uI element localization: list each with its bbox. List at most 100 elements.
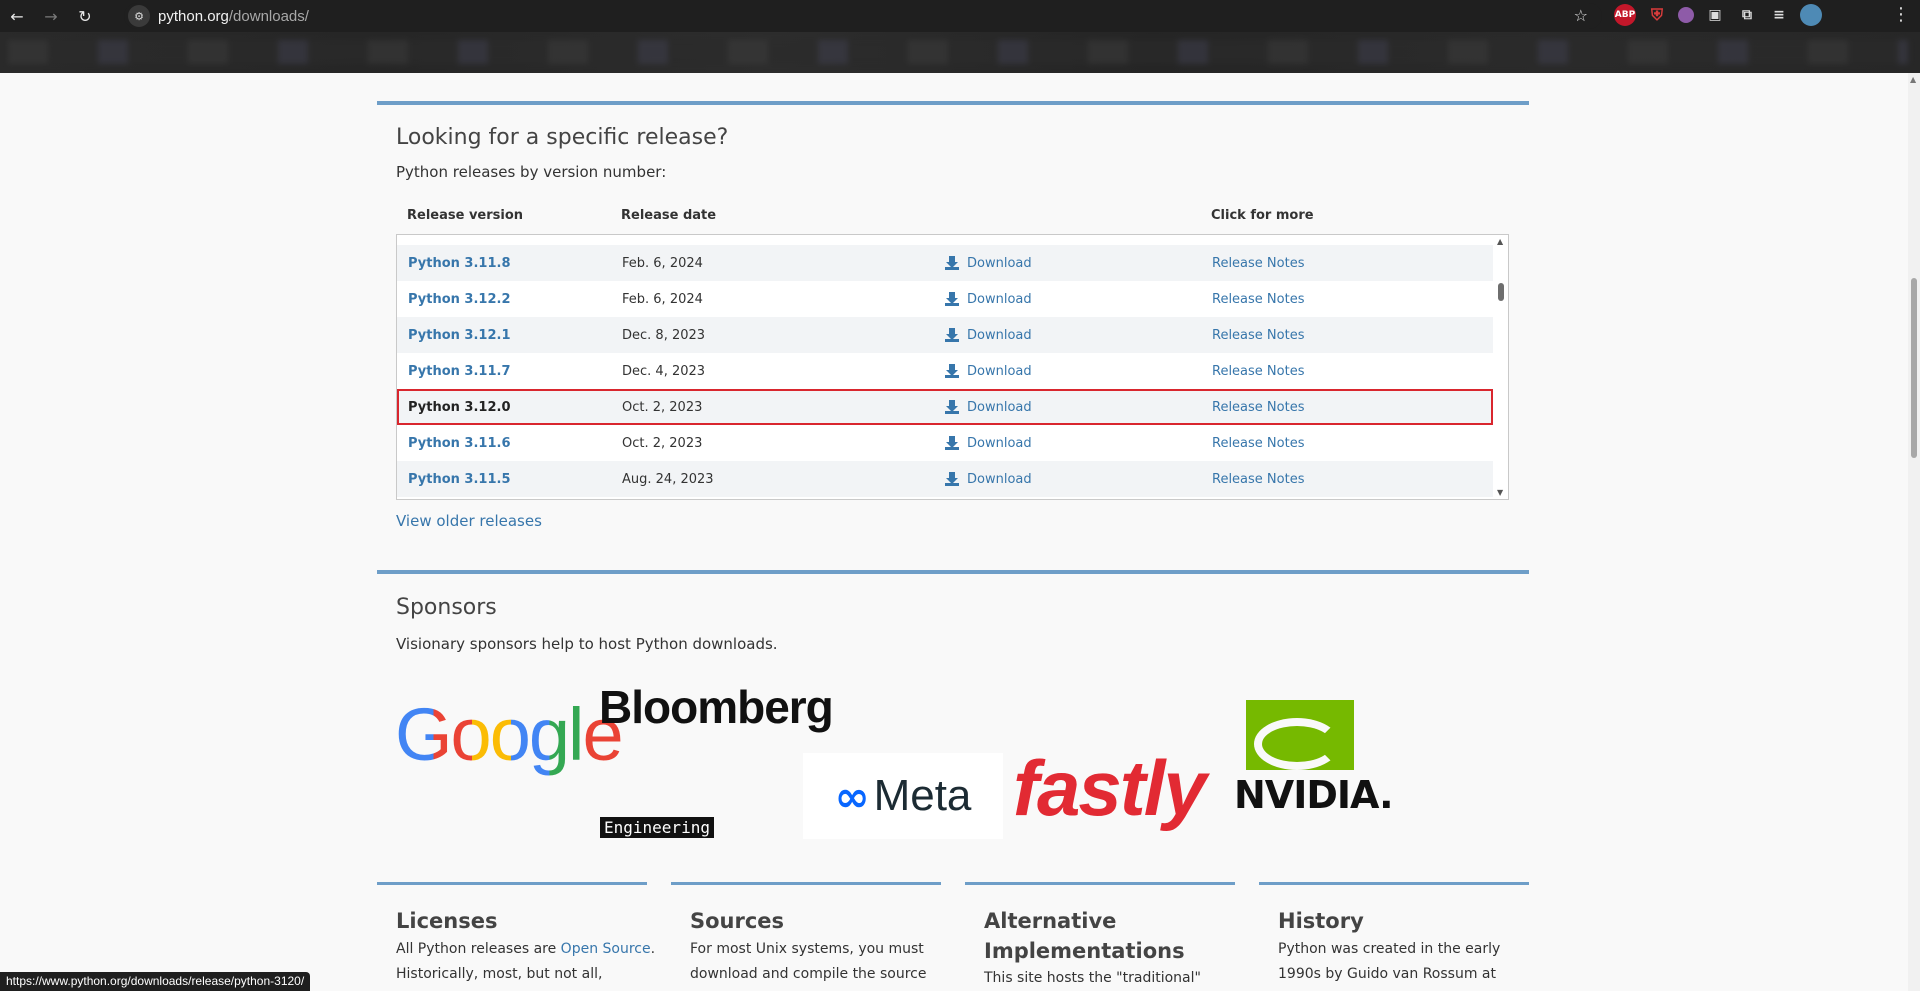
fastly-logo[interactable]: fastly: [1013, 743, 1207, 834]
release-notes-link[interactable]: Release Notes: [1212, 400, 1304, 415]
page-scroll-up-icon[interactable]: ▲: [1910, 75, 1916, 84]
download-link[interactable]: Download: [945, 292, 1032, 307]
release-date: Aug. 24, 2023: [622, 471, 714, 487]
alternative-heading-line1: Alternative: [984, 909, 1117, 933]
release-date: Oct. 2, 2023: [622, 435, 703, 451]
page-scroll-thumb[interactable]: [1911, 278, 1917, 458]
release-version-link[interactable]: Python 3.11.5: [408, 472, 510, 487]
licenses-text: All Python releases are Open Source. His…: [396, 937, 655, 987]
release-row-highlighted: Python 3.12.0 Oct. 2, 2023 Download Rele…: [397, 389, 1493, 425]
purple-extension-icon[interactable]: [1678, 7, 1694, 23]
reload-button[interactable]: ↻: [68, 0, 102, 32]
release-version-link[interactable]: Python 3.11.8: [408, 256, 510, 271]
bookmarks-bar: [0, 32, 1920, 73]
nvidia-logo-text[interactable]: NVIDIA.: [1234, 773, 1394, 817]
release-row: Python 3.11.5 Aug. 24, 2023 Download Rel…: [397, 461, 1493, 497]
release-notes-link[interactable]: Release Notes: [1212, 472, 1304, 487]
meta-infinity-icon: ∞: [834, 771, 870, 821]
specific-release-subheading: Python releases by version number:: [396, 163, 667, 181]
scroll-up-icon[interactable]: ▲: [1497, 237, 1503, 246]
history-heading: History: [1278, 909, 1364, 933]
release-list[interactable]: Python 3.11.8 Feb. 6, 2024 Download Rele…: [396, 234, 1509, 500]
release-version-link[interactable]: Python 3.12.1: [408, 328, 510, 343]
release-row: Python 3.11.7 Dec. 4, 2023 Download Rele…: [397, 353, 1493, 389]
release-row: Python 3.12.1 Dec. 8, 2023 Download Rele…: [397, 317, 1493, 353]
site-info-icon[interactable]: ⚙: [128, 5, 150, 27]
release-version-link[interactable]: Python 3.11.6: [408, 436, 510, 451]
media-extension-icon[interactable]: ▣: [1704, 4, 1726, 26]
profile-avatar[interactable]: [1800, 4, 1822, 26]
download-label: Download: [967, 327, 1032, 343]
download-icon: [945, 292, 959, 306]
forward-button[interactable]: →: [34, 0, 68, 32]
download-link[interactable]: Download: [945, 328, 1032, 343]
download-label: Download: [967, 471, 1032, 487]
google-logo[interactable]: Google: [395, 692, 624, 777]
scroll-down-icon[interactable]: ▼: [1497, 488, 1503, 497]
extensions-bar: ABP ⛨ ▣ ⧉ ≡: [1614, 4, 1822, 26]
download-link[interactable]: Download: [945, 364, 1032, 379]
sources-line2: download and compile the source: [690, 966, 927, 982]
adblock-extension-icon[interactable]: ABP: [1614, 4, 1636, 26]
download-icon: [945, 328, 959, 342]
download-link[interactable]: Download: [945, 472, 1032, 487]
download-icon: [945, 400, 959, 414]
media-controls-icon[interactable]: ≡: [1768, 4, 1790, 26]
reload-icon: ↻: [78, 6, 92, 26]
download-icon: [945, 364, 959, 378]
alternative-heading: Alternative Implementations: [984, 906, 1185, 966]
puzzle-extensions-icon[interactable]: ⧉: [1736, 4, 1758, 26]
open-source-link[interactable]: Open Source: [561, 941, 651, 957]
bookmarks-blurred: [8, 40, 1908, 64]
col-header-date: Release date: [621, 208, 717, 223]
back-button[interactable]: ←: [0, 0, 34, 32]
browser-menu-icon[interactable]: ⋮: [1892, 4, 1910, 25]
sponsors-heading: Sponsors: [396, 595, 497, 620]
release-list-scrollbar[interactable]: ▲ ▼: [1494, 235, 1508, 499]
status-bar-url: https://www.python.org/downloads/release…: [0, 972, 311, 991]
meta-logo-text: Meta: [873, 771, 972, 820]
release-row: Python 3.12.2 Feb. 6, 2024 Download Rele…: [397, 281, 1493, 317]
release-version-link[interactable]: Python 3.11.7: [408, 364, 510, 379]
view-older-releases-link[interactable]: View older releases: [396, 512, 542, 530]
release-version-link[interactable]: Python 3.12.0: [408, 400, 510, 415]
meta-logo[interactable]: ∞ Meta: [803, 753, 1003, 839]
page-scrollbar[interactable]: ▲: [1908, 73, 1920, 991]
release-notes-link[interactable]: Release Notes: [1212, 364, 1304, 379]
release-date: Dec. 4, 2023: [622, 363, 706, 379]
download-link[interactable]: Download: [945, 256, 1032, 271]
address-bar[interactable]: ⚙ python.org/downloads/ ☆: [124, 3, 1602, 29]
footer-divider: [377, 882, 647, 885]
download-link[interactable]: Download: [945, 400, 1032, 415]
licenses-line2: Historically, most, but not all,: [396, 966, 603, 982]
nvidia-eye-icon[interactable]: [1246, 700, 1354, 770]
shield-extension-icon[interactable]: ⛨: [1646, 4, 1668, 26]
release-notes-link[interactable]: Release Notes: [1212, 256, 1304, 271]
history-text: Python was created in the early 1990s by…: [1278, 937, 1500, 987]
download-icon: [945, 256, 959, 270]
release-row: Python 3.11.8 Feb. 6, 2024 Download Rele…: [397, 245, 1493, 281]
google-logo-text: Google: [395, 693, 624, 776]
release-row: Python 3.11.6 Oct. 2, 2023 Download Rele…: [397, 425, 1493, 461]
bloomberg-logo[interactable]: Bloomberg: [599, 680, 834, 734]
download-link[interactable]: Download: [945, 436, 1032, 451]
scroll-thumb[interactable]: [1498, 283, 1504, 301]
bloomberg-engineering-label: Engineering: [600, 817, 714, 838]
url-path: /downloads/: [228, 7, 309, 25]
specific-release-heading: Looking for a specific release?: [396, 125, 729, 150]
release-version-link[interactable]: Python 3.12.2: [408, 292, 510, 307]
history-line2: 1990s by Guido van Rossum at: [1278, 966, 1496, 982]
browser-toolbar: ← → ↻ ⚙ python.org/downloads/ ☆ ABP ⛨ ▣ …: [0, 0, 1920, 32]
release-notes-link[interactable]: Release Notes: [1212, 328, 1304, 343]
release-date: Feb. 6, 2024: [622, 255, 703, 271]
footer-divider: [965, 882, 1235, 885]
release-notes-link[interactable]: Release Notes: [1212, 292, 1304, 307]
section-divider: [377, 101, 1529, 105]
url-host: python.org: [158, 7, 229, 25]
download-label: Download: [967, 291, 1032, 307]
download-icon: [945, 436, 959, 450]
download-label: Download: [967, 435, 1032, 451]
bookmark-star-icon[interactable]: ☆: [1574, 6, 1588, 25]
licenses-line1-suffix: .: [650, 941, 656, 957]
release-notes-link[interactable]: Release Notes: [1212, 436, 1304, 451]
